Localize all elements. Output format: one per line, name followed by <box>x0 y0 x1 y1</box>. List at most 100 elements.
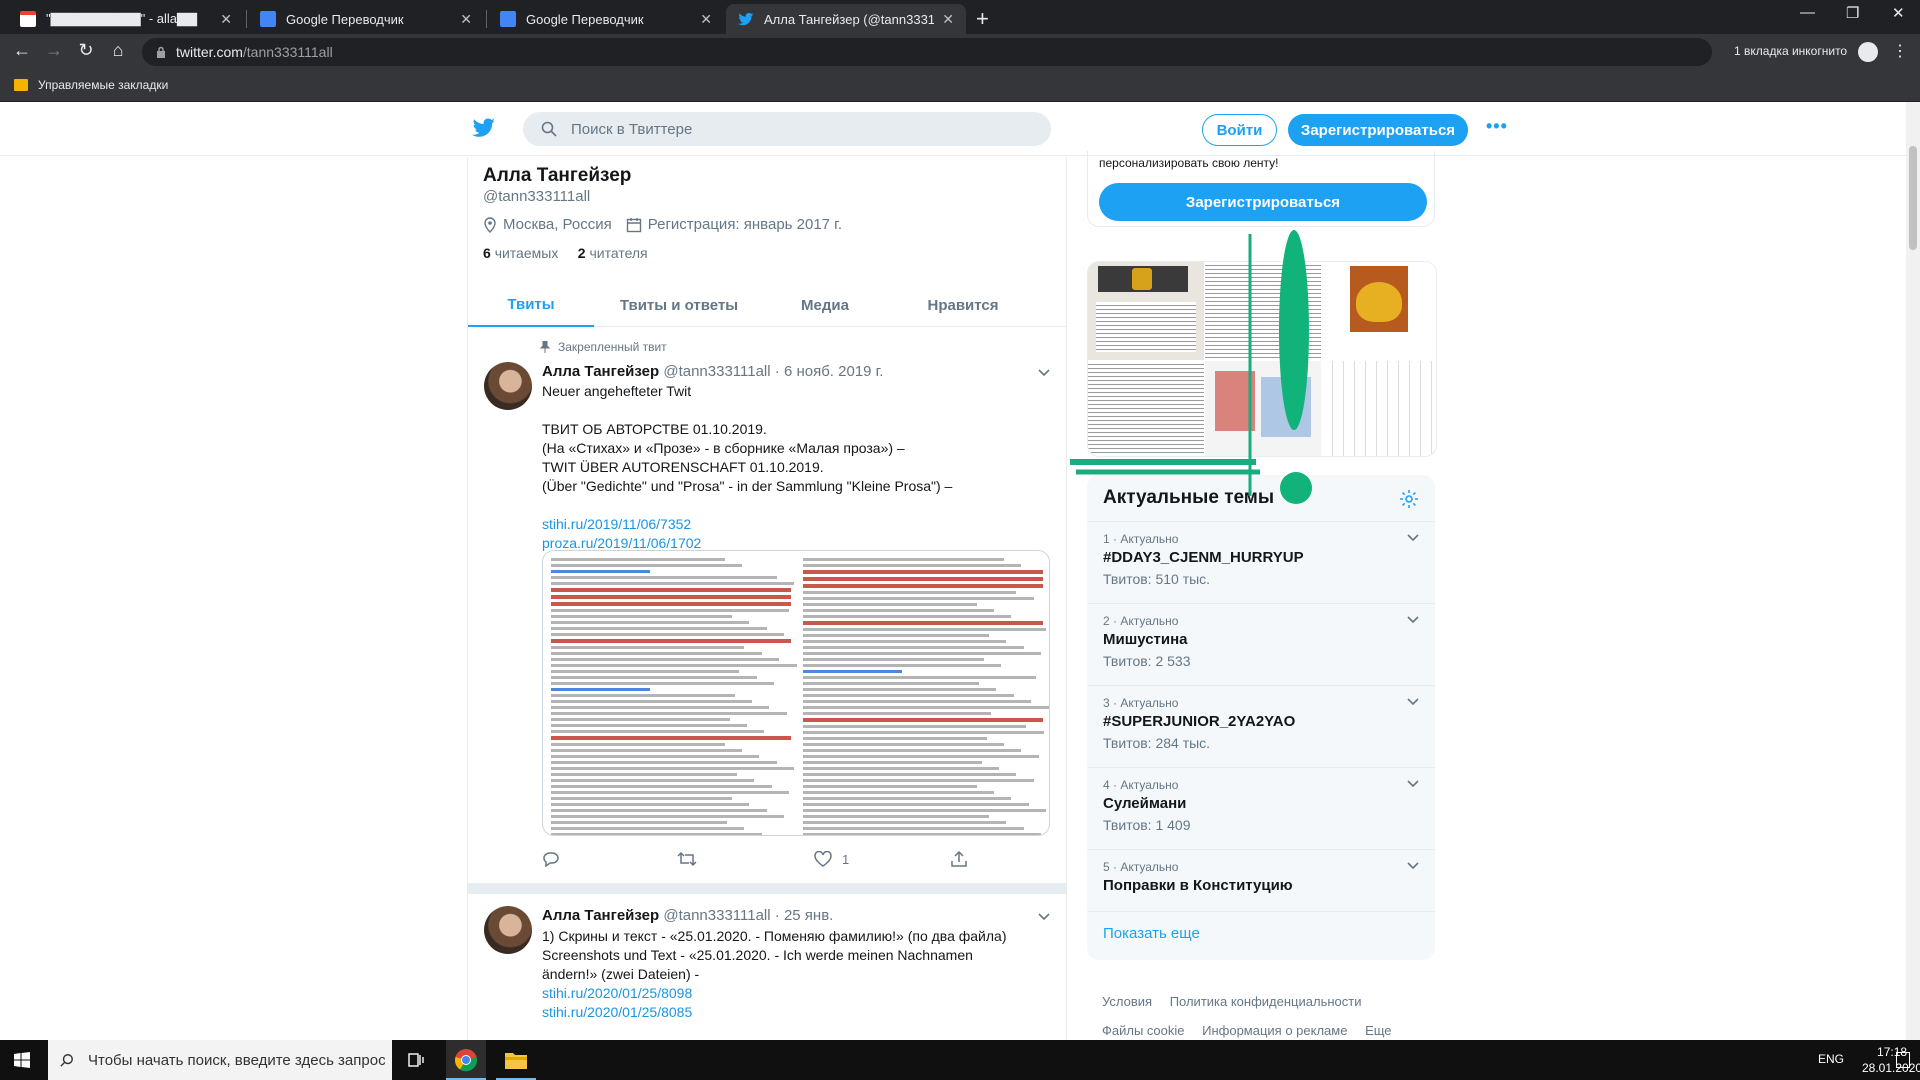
avatar[interactable] <box>484 362 532 410</box>
chrome-taskbar-button[interactable] <box>446 1040 486 1080</box>
signup-button[interactable]: Зарегистрироваться <box>1288 114 1468 146</box>
trend-item[interactable]: 3 · Актуально #SUPERJUNIOR_2YA2YAO Твито… <box>1087 685 1435 767</box>
bookmarks-bar: Управляемые закладки <box>0 70 1920 102</box>
avatar[interactable] <box>484 906 532 954</box>
tweet-link[interactable]: stihi.ru/2020/01/25/8085 <box>542 1003 1052 1022</box>
page-scrollbar[interactable] <box>1906 102 1920 1040</box>
document-text-line <box>803 779 1034 782</box>
taskbar-search[interactable]: Чтобы начать поиск, введите здесь запрос <box>48 1040 392 1080</box>
chevron-down-icon[interactable] <box>1038 369 1050 377</box>
show-more-link[interactable]: Показать еще <box>1103 925 1200 942</box>
trend-item[interactable]: 1 · Актуально #DDAY3_CJENM_HURRYUP Твито… <box>1087 521 1435 603</box>
trend-item[interactable]: 4 · Актуально Сулеймани Твитов: 1 409 <box>1087 767 1435 849</box>
gear-icon[interactable] <box>1399 489 1419 509</box>
minimize-button[interactable]: — <box>1800 4 1815 21</box>
tweet-image[interactable] <box>542 550 1050 836</box>
close-icon[interactable]: ✕ <box>942 11 954 28</box>
tab-media[interactable]: Медиа <box>764 283 886 327</box>
trend-name[interactable]: Сулеймани <box>1103 795 1186 812</box>
media-thumbnail[interactable] <box>1322 262 1436 360</box>
document-text-line <box>803 718 1043 722</box>
document-text-line <box>551 609 790 612</box>
following-label: читаемых <box>494 245 559 261</box>
chevron-down-icon[interactable] <box>1407 780 1419 788</box>
footer-ads-info-link[interactable]: Информация о рекламе <box>1202 1023 1347 1038</box>
tweet-link[interactable]: stihi.ru/2019/11/06/7352 <box>542 515 1052 534</box>
address-bar[interactable]: twitter.com/tann333111all <box>142 38 1712 66</box>
footer-terms-link[interactable]: Условия <box>1102 994 1152 1009</box>
back-button[interactable]: ← <box>10 40 34 61</box>
document-text-line <box>803 603 977 606</box>
incognito-label[interactable]: 1 вкладка инкогнито <box>1734 44 1847 58</box>
login-button[interactable]: Войти <box>1202 114 1277 146</box>
share-button[interactable] <box>950 851 978 867</box>
tweet-pinned[interactable]: Закрепленный твит Алла Тангейзер @tann33… <box>468 328 1066 884</box>
document-text-line <box>803 558 1004 561</box>
reply-button[interactable] <box>542 851 570 867</box>
chevron-down-icon[interactable] <box>1407 534 1419 542</box>
close-window-button[interactable]: ✕ <box>1892 4 1905 22</box>
document-text-line <box>551 730 765 733</box>
tweet-author-handle[interactable]: @tann333111all <box>663 907 770 924</box>
followers-link[interactable]: 2 читателя <box>578 245 648 261</box>
explorer-taskbar-button[interactable] <box>496 1040 536 1080</box>
footer-cookies-link[interactable]: Файлы cookie <box>1102 1023 1185 1038</box>
task-view-icon[interactable] <box>408 1052 424 1068</box>
bookmark-folder-managed[interactable]: Управляемые закладки <box>38 78 168 92</box>
trend-item[interactable]: 2 · Актуально Мишустина Твитов: 2 533 <box>1087 603 1435 685</box>
tweet-date[interactable]: · 6 нояб. 2019 г. <box>775 363 884 380</box>
windows-start-icon[interactable] <box>14 1052 30 1068</box>
maximize-button[interactable]: ❐ <box>1846 4 1859 22</box>
trend-item[interactable]: 5 · Актуально Поправки в Конституцию <box>1087 849 1435 911</box>
retweet-button[interactable] <box>677 851 707 867</box>
trend-name[interactable]: #DDAY3_CJENM_HURRYUP <box>1103 549 1304 566</box>
close-icon[interactable]: ✕ <box>460 11 472 28</box>
trend-name[interactable]: #SUPERJUNIOR_2YA2YAO <box>1103 713 1295 730</box>
scrollbar-thumb[interactable] <box>1909 146 1917 250</box>
chevron-down-icon[interactable] <box>1407 616 1419 624</box>
tweet-author-handle[interactable]: @tann333111all <box>663 363 770 380</box>
close-icon[interactable]: ✕ <box>700 11 712 28</box>
more-icon[interactable]: ••• <box>1486 116 1508 137</box>
home-button[interactable]: ⌂ <box>106 40 130 61</box>
following-link[interactable]: 6 читаемых <box>483 245 558 261</box>
tab-gmail[interactable]: "▇▇▇▇▇▇▇▇▇" - alla▇▇ ✕ <box>8 4 244 34</box>
tab-tweets[interactable]: Твиты <box>468 283 594 327</box>
input-language[interactable]: ENG <box>1818 1052 1844 1066</box>
close-icon[interactable]: ✕ <box>220 11 232 28</box>
trend-divider <box>1087 911 1435 912</box>
tab-twitter-profile[interactable]: Алла Тангейзер (@tann333111all) ✕ <box>726 4 966 34</box>
browser-menu-icon[interactable]: ⋮ <box>1892 41 1908 61</box>
incognito-icon[interactable] <box>1858 42 1878 62</box>
tweet-author-name[interactable]: Алла Тангейзер <box>542 907 659 924</box>
following-count: 6 <box>483 245 491 261</box>
media-thumbnail[interactable] <box>1322 361 1436 456</box>
trend-name[interactable]: Мишустина <box>1103 631 1188 648</box>
reload-button[interactable]: ↻ <box>74 40 98 61</box>
notifications-icon[interactable] <box>1896 1052 1910 1068</box>
chevron-down-icon[interactable] <box>1038 913 1050 921</box>
tab-google-translate-1[interactable]: Google Переводчик ✕ <box>248 4 484 34</box>
document-text-line <box>803 694 1014 697</box>
document-text-line <box>551 718 730 721</box>
forward-button[interactable]: → <box>42 40 66 61</box>
google-translate-icon <box>260 11 276 27</box>
taskbar-clock[interactable]: 17:18 28.01.2020 <box>1862 1044 1920 1076</box>
tab-tweets-and-replies[interactable]: Твиты и ответы <box>594 283 764 327</box>
tweet-date[interactable]: · 25 янв. <box>775 907 834 924</box>
footer-privacy-link[interactable]: Политика конфиденциальности <box>1170 994 1362 1009</box>
tab-likes[interactable]: Нравится <box>886 283 1040 327</box>
tweet-link[interactable]: stihi.ru/2020/01/25/8098 <box>542 984 1052 1003</box>
document-text-line <box>803 773 1017 776</box>
like-button[interactable]: 1 <box>814 851 849 867</box>
trend-name[interactable]: Поправки в Конституцию <box>1103 877 1293 894</box>
chevron-down-icon[interactable] <box>1407 698 1419 706</box>
tab-google-translate-2[interactable]: Google Переводчик ✕ <box>488 4 724 34</box>
tweet[interactable]: Алла Тангейзер @tann333111all · 25 янв. … <box>468 894 1066 1040</box>
chevron-down-icon[interactable] <box>1407 862 1419 870</box>
search-box[interactable]: Поиск в Твиттере <box>523 112 1051 146</box>
tweet-author-name[interactable]: Алла Тангейзер <box>542 363 659 380</box>
new-tab-button[interactable]: + <box>976 6 989 32</box>
twitter-logo-icon[interactable] <box>472 118 496 140</box>
document-text-line <box>551 724 747 727</box>
